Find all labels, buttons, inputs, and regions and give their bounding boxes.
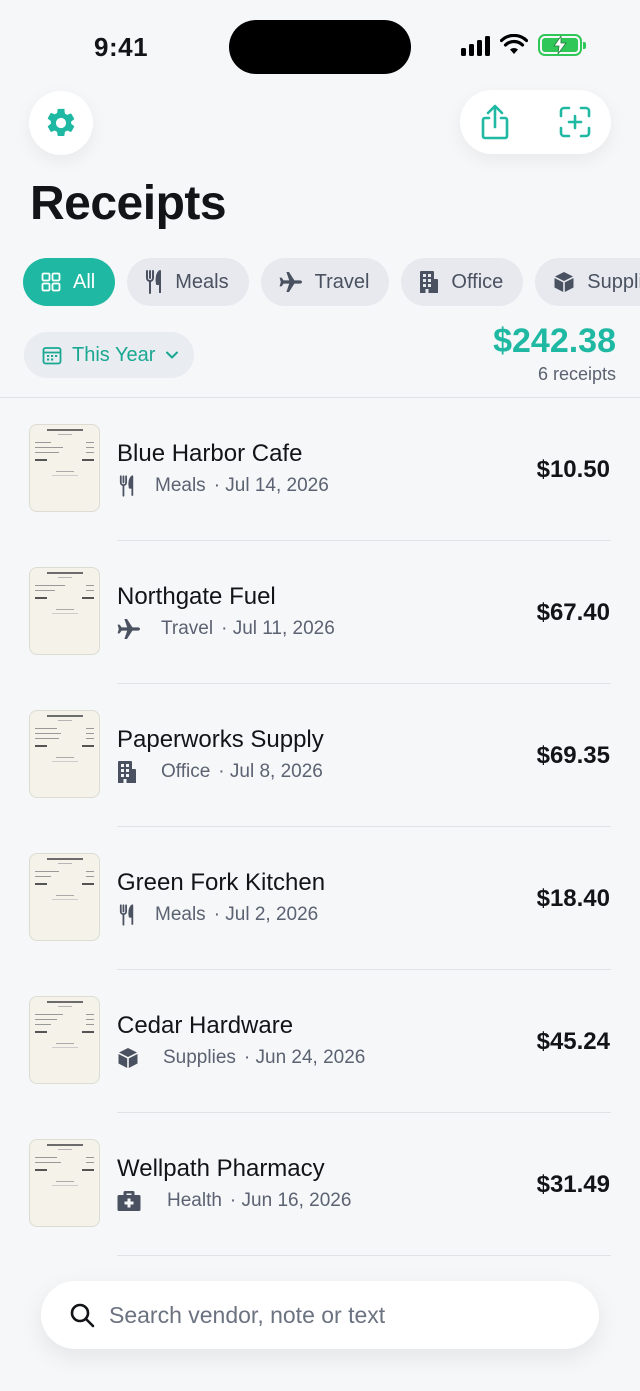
header-actions [460,90,611,154]
cellular-signal-icon [461,34,490,56]
receipt-amount: $45.24 [536,1028,610,1055]
category-label: Travel [161,618,214,639]
battery-icon [538,34,586,56]
period-label: This Year [72,343,156,366]
chip-label: Travel [314,270,370,293]
page-title: Receipts [30,177,227,230]
receipt-meta: Supplies · Jun 24, 2026 [117,1046,365,1070]
airplane-icon [117,617,141,641]
vendor-name: Wellpath Pharmacy [117,1155,325,1182]
status-icons [461,34,586,56]
vendor-name: Paperworks Supply [117,726,324,753]
receipt-date: · Jul 8, 2026 [218,761,323,782]
category-label: Supplies [163,1047,236,1068]
building-icon [117,760,137,784]
receipt-thumbnail [29,996,100,1084]
category-filter-chips: All Meals Travel Office Suppli [23,258,640,306]
receipt-meta: Office · Jul 8, 2026 [117,760,323,784]
receipt-date: · Jul 11, 2026 [221,618,335,639]
receipt-date: · Jun 24, 2026 [243,1047,366,1068]
receipt-thumbnail [29,853,100,941]
receipt-thumbnail [29,710,100,798]
box-icon [117,1046,139,1070]
receipt-thumbnail [29,567,100,655]
chip-travel[interactable]: Travel [260,258,390,306]
chip-label: All [73,270,96,293]
receipt-row[interactable]: Northgate Fuel Travel · Jul 11, 2026 $67… [0,541,640,684]
search-input[interactable] [109,1301,579,1329]
total-amount: $242.38 [493,322,616,360]
wifi-icon [500,34,528,54]
receipt-list: Blue Harbor Cafe Meals · Jul 14, 2026 $1… [0,398,640,1256]
receipt-meta: Health · Jun 16, 2026 [117,1189,351,1213]
calendar-icon [42,347,62,365]
receipt-meta: Meals · Jul 2, 2026 [117,903,318,927]
period-filter-button[interactable]: This Year [24,332,194,378]
receipt-row[interactable]: Paperworks Supply Office · Jul 8, 2026 $… [0,684,640,827]
category-label: Health [167,1190,222,1211]
medkit-icon [117,1189,141,1213]
scan-plus-icon [559,106,591,138]
grid-icon [41,272,61,292]
category-label: Meals [155,904,206,925]
vendor-name: Blue Harbor Cafe [117,440,303,467]
receipt-amount: $67.40 [536,599,610,626]
status-time: 9:41 [94,32,149,62]
share-button[interactable] [460,90,530,154]
gear-icon [47,108,75,137]
receipt-thumbnail [29,1139,100,1227]
receipt-date: · Jul 2, 2026 [213,904,319,925]
chip-label: Meals [175,270,229,293]
receipt-row[interactable]: Cedar Hardware Supplies · Jun 24, 2026 $… [0,970,640,1113]
share-icon [481,104,509,140]
receipt-date: · Jul 14, 2026 [213,475,329,496]
chip-label: Suppli [587,270,640,293]
utensils-icon [117,903,137,927]
status-bar: 9:41 [0,0,640,90]
chip-supplies[interactable]: Suppli [535,258,640,306]
divider [117,1255,611,1256]
scan-receipt-button[interactable] [540,90,610,154]
receipt-row[interactable]: Wellpath Pharmacy Health · Jun 16, 2026 … [0,1113,640,1256]
receipt-date: · Jun 16, 2026 [229,1190,352,1211]
chip-label: Office [451,270,504,293]
receipt-count: 6 receipts [537,364,616,384]
building-icon [420,271,439,293]
category-label: Office [161,761,211,782]
dynamic-island [229,20,411,74]
settings-button[interactable] [29,91,93,155]
vendor-name: Cedar Hardware [117,1012,294,1039]
search-bar [41,1281,599,1349]
receipt-amount: $10.50 [536,456,610,483]
receipt-amount: $31.49 [536,1171,610,1198]
box-icon [554,272,574,292]
receipt-row[interactable]: Green Fork Kitchen Meals · Jul 2, 2026 $… [0,827,640,970]
receipt-amount: $69.35 [536,742,610,769]
chip-office[interactable]: Office [401,258,524,306]
vendor-name: Northgate Fuel [117,583,276,610]
receipt-amount: $18.40 [536,885,610,912]
airplane-icon [279,272,302,292]
receipt-meta: Travel · Jul 11, 2026 [117,617,335,641]
chevron-down-icon [166,351,179,359]
vendor-name: Green Fork Kitchen [117,869,326,896]
category-label: Meals [155,475,206,496]
receipt-meta: Meals · Jul 14, 2026 [117,474,329,498]
chip-meals[interactable]: Meals [127,258,249,306]
receipt-thumbnail [29,424,100,512]
utensils-icon [117,474,137,498]
utensils-icon [146,270,162,294]
chip-all[interactable]: All [23,258,116,306]
receipt-row[interactable]: Blue Harbor Cafe Meals · Jul 14, 2026 $1… [0,398,640,541]
search-icon [70,1303,95,1328]
